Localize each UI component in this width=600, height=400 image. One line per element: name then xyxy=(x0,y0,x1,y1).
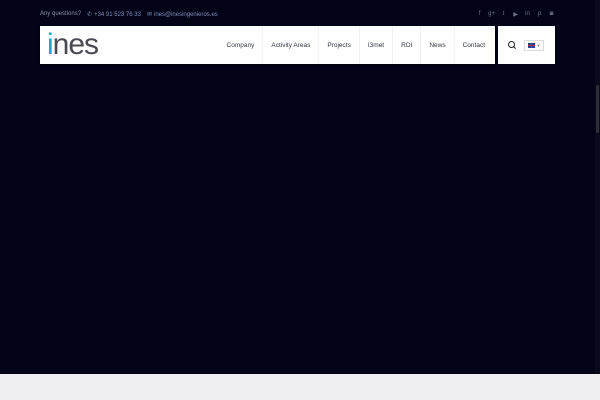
page: { "topbar": { "question": "Any questions… xyxy=(0,0,600,400)
phone-number: +34 91 523 76 33 xyxy=(94,11,141,18)
menu-item-rdi[interactable]: RDI xyxy=(392,26,420,64)
linkedin-icon[interactable]: in xyxy=(524,11,531,17)
any-questions-label: Any questions? xyxy=(40,11,82,17)
instagram-icon[interactable]: ◙ xyxy=(548,11,555,17)
google-plus-icon[interactable]: g+ xyxy=(488,11,495,17)
top-bar: Any questions? ✆ +34 91 523 76 33 ✉ ines@i… xyxy=(40,8,555,20)
menu-item-i3met[interactable]: I3met xyxy=(358,26,392,64)
search-icon[interactable] xyxy=(508,41,516,49)
menu-item-company[interactable]: Company xyxy=(219,26,263,64)
menu-item-projects[interactable]: Projects xyxy=(318,26,358,64)
mail-icon: ✉ xyxy=(146,11,152,18)
menu-item-contact[interactable]: Contact xyxy=(453,26,493,64)
menu-item-news[interactable]: News xyxy=(420,26,453,64)
scrollbar-thumb[interactable] xyxy=(596,85,599,133)
social-links: f g+ t ▶ in p ◙ xyxy=(476,11,555,18)
nav-tools: ▼ xyxy=(498,26,555,64)
logo-nes: nes xyxy=(52,28,99,61)
language-selector[interactable]: ▼ xyxy=(524,39,544,51)
pinterest-icon[interactable]: p xyxy=(536,11,543,17)
email-link[interactable]: ✉ ines@inesingenieros.es xyxy=(147,11,218,18)
uk-flag-icon xyxy=(527,42,535,48)
contact-info: Any questions? ✆ +34 91 523 76 33 ✉ ines@i… xyxy=(40,11,218,18)
email-address: ines@inesingenieros.es xyxy=(153,11,218,18)
footer-strip xyxy=(0,374,600,400)
youtube-icon[interactable]: ▶ xyxy=(512,11,519,18)
main-navbar: i nes Company Activity Areas Projects I3m… xyxy=(40,26,495,64)
chevron-down-icon: ▼ xyxy=(536,42,541,48)
twitter-icon[interactable]: t xyxy=(500,11,507,17)
phone-link[interactable]: ✆ +34 91 523 76 33 xyxy=(87,11,141,18)
facebook-icon[interactable]: f xyxy=(476,11,483,17)
site-logo[interactable]: i nes xyxy=(47,28,99,61)
menu-item-activity-areas[interactable]: Activity Areas xyxy=(262,26,318,64)
main-menu: Company Activity Areas Projects I3met RD… xyxy=(219,26,493,64)
scrollbar[interactable] xyxy=(595,0,600,374)
phone-icon: ✆ xyxy=(87,11,93,18)
